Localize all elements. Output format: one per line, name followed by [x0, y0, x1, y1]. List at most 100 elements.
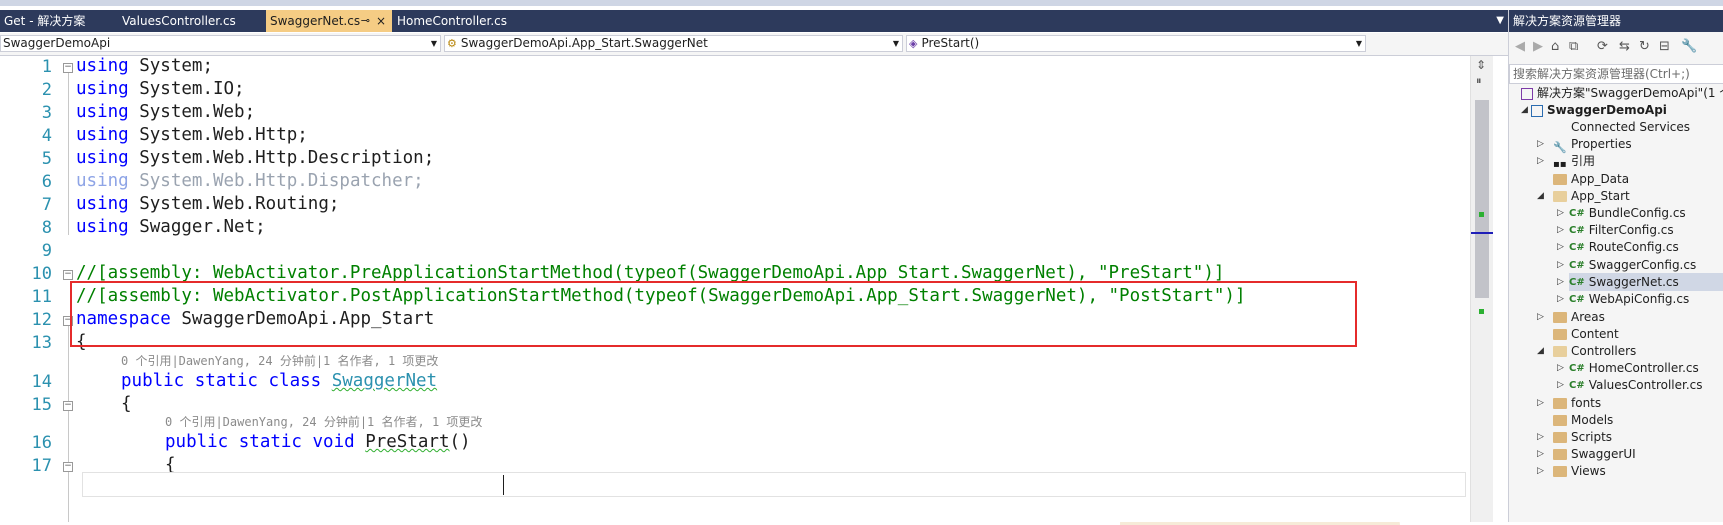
- refresh-icon[interactable]: ↻: [1639, 39, 1650, 54]
- tree-item-models[interactable]: Models: [1553, 411, 1613, 429]
- tree-item-app-start[interactable]: ◢ App_Start: [1537, 187, 1630, 205]
- tree-item-swagger-ui[interactable]: ▷ SwaggerUI: [1537, 445, 1636, 463]
- properties-icon[interactable]: 🔧: [1681, 39, 1697, 54]
- line-number: 15: [31, 395, 52, 415]
- folder-icon: [1553, 415, 1567, 426]
- tab-swagger-net[interactable]: SwaggerNet.cs ⊸ ×: [266, 10, 392, 32]
- forward-icon[interactable]: ▶: [1533, 39, 1543, 54]
- tree-item-fonts[interactable]: ▷ fonts: [1537, 394, 1601, 412]
- scrollbar-thumb[interactable]: [1475, 100, 1489, 298]
- tree-label: SwaggerUI: [1571, 447, 1636, 461]
- fold-toggle-icon[interactable]: −: [63, 462, 73, 472]
- class-icon: ⚙: [447, 37, 457, 50]
- pin-icon[interactable]: ⊸: [361, 10, 370, 32]
- fold-toggle-icon[interactable]: −: [63, 270, 73, 280]
- keyword: using: [76, 148, 129, 168]
- caret-position-marker: [1471, 232, 1493, 234]
- tree-item-values-controller[interactable]: ▷ C# ValuesController.cs: [1557, 376, 1703, 394]
- code-text: Swagger.Net;: [128, 217, 266, 237]
- tree-label: FilterConfig.cs: [1588, 223, 1674, 237]
- code-line: {: [121, 394, 132, 414]
- tree-item-route-config[interactable]: ▷ C# RouteConfig.cs: [1557, 238, 1679, 256]
- tab-preview[interactable]: Get - 解决方案: [0, 10, 110, 32]
- tree-item-properties[interactable]: ▷ 🔧 Properties: [1537, 135, 1632, 154]
- fold-toggle-icon[interactable]: −: [63, 63, 73, 73]
- tree-item-areas[interactable]: ▷ Areas: [1537, 308, 1605, 326]
- editor-vertical-scrollbar[interactable]: ⇕ ⏸: [1470, 56, 1493, 522]
- tree-label: Scripts: [1571, 430, 1613, 444]
- sync-icon[interactable]: ⇆: [1619, 39, 1630, 54]
- tab-overflow-icon[interactable]: ▼: [1496, 10, 1504, 32]
- home-icon[interactable]: ⌂: [1551, 39, 1559, 54]
- collapsed-icon: ▷: [1557, 277, 1564, 287]
- codelens-class[interactable]: 0 个引用|DawenYang, 24 分钟前|1 名作者, 1 项更改: [121, 352, 438, 369]
- tree-item-web-api-config[interactable]: ▷ C# WebApiConfig.cs: [1557, 290, 1689, 308]
- chevron-down-icon: ▼: [892, 39, 899, 48]
- tab-values-controller[interactable]: ValuesController.cs: [118, 10, 266, 32]
- keyword: using: [76, 102, 129, 122]
- solution-icon: [1521, 87, 1533, 100]
- tree-project[interactable]: ◢ SwaggerDemoApi: [1521, 101, 1667, 119]
- folder-icon: [1553, 398, 1567, 409]
- tree-label: RouteConfig.cs: [1588, 240, 1679, 254]
- project-dropdown[interactable]: SwaggerDemoApi ▼: [0, 35, 441, 52]
- code-text: System.Web.Routing;: [128, 194, 340, 214]
- back-icon[interactable]: ◀: [1515, 39, 1525, 54]
- tree-item-bundle-config[interactable]: ▷ C# BundleConfig.cs: [1557, 204, 1686, 222]
- method-icon: ◈: [909, 37, 918, 50]
- collapse-all-icon[interactable]: ⊟: [1659, 39, 1670, 54]
- tree-item-references[interactable]: ▷ ▪▪ 引用: [1537, 152, 1595, 170]
- tree-item-home-controller[interactable]: ▷ C# HomeController.cs: [1557, 359, 1699, 377]
- code-line: public static void PreStart(): [165, 432, 471, 452]
- split-icon[interactable]: ⇕: [1476, 58, 1486, 72]
- tree-label: Views: [1571, 464, 1606, 478]
- tree-item-controllers[interactable]: ◢ Controllers: [1537, 342, 1637, 360]
- tree-label: SwaggerDemoApi: [1547, 103, 1667, 117]
- keyword: using: [76, 79, 129, 99]
- expanded-icon: ◢: [1537, 191, 1544, 201]
- close-icon[interactable]: ×: [376, 10, 386, 32]
- tree-item-views[interactable]: ▷ Views: [1537, 462, 1606, 480]
- folder-icon: [1553, 312, 1567, 323]
- tree-item-content[interactable]: Content: [1553, 325, 1619, 343]
- collapsed-icon: ▷: [1557, 260, 1564, 270]
- tree-item-swagger-net[interactable]: ▷ C# SwaggerNet.cs: [1557, 273, 1723, 291]
- tab-label: ValuesController.cs: [122, 14, 236, 28]
- tree-item-filter-config[interactable]: ▷ C# FilterConfig.cs: [1557, 221, 1674, 239]
- csharp-file-icon: C#: [1569, 224, 1585, 236]
- tree-label: HomeController.cs: [1588, 361, 1699, 375]
- line-number: 14: [31, 372, 52, 392]
- code-line: using Swagger.Net;: [76, 217, 266, 237]
- folder-open-icon: [1553, 346, 1567, 357]
- line-number: 7: [41, 195, 52, 215]
- collapsed-icon: ▷: [1557, 363, 1564, 373]
- wrench-icon: 🔧: [1553, 141, 1567, 154]
- change-marker: [1479, 309, 1484, 314]
- csharp-file-icon: C#: [1569, 362, 1585, 374]
- collapsed-icon: ▷: [1557, 380, 1564, 390]
- web-project-icon: [1531, 104, 1543, 117]
- type-dropdown[interactable]: ⚙ SwaggerDemoApi.App_Start.SwaggerNet ▼: [444, 35, 903, 52]
- tree-label: Models: [1571, 413, 1614, 427]
- solution-explorer-search[interactable]: 搜索解决方案资源管理器(Ctrl+;): [1509, 64, 1723, 84]
- chevron-down-icon: ▼: [1355, 39, 1362, 48]
- collapsed-icon: ▷: [1537, 312, 1544, 322]
- csharp-file-icon: C#: [1569, 207, 1585, 219]
- tree-label: Controllers: [1571, 344, 1637, 358]
- fold-toggle-icon[interactable]: −: [63, 401, 73, 411]
- keyword: public static class: [121, 371, 322, 391]
- keyword: public static void: [165, 432, 355, 452]
- sync-views-icon[interactable]: ⧉: [1569, 39, 1578, 54]
- line-number: 13: [31, 333, 52, 353]
- tree-item-scripts[interactable]: ▷ Scripts: [1537, 428, 1613, 446]
- tree-solution[interactable]: 解决方案"SwaggerDemoApi"(1 个: [1521, 84, 1723, 102]
- member-dropdown[interactable]: ◈ PreStart() ▼: [906, 35, 1366, 52]
- collapsed-icon: ▷: [1557, 242, 1564, 252]
- tree-item-connected-services[interactable]: Connected Services: [1553, 118, 1690, 136]
- history-icon[interactable]: ⟳: [1597, 39, 1608, 54]
- line-number: 3: [41, 103, 52, 123]
- tree-item-app-data[interactable]: App_Data: [1553, 170, 1629, 188]
- tree-item-swagger-config[interactable]: ▷ C# SwaggerConfig.cs: [1557, 256, 1696, 274]
- codelens-method[interactable]: 0 个引用|DawenYang, 24 分钟前|1 名作者, 1 项更改: [165, 413, 482, 430]
- tab-home-controller[interactable]: HomeController.cs: [393, 10, 538, 32]
